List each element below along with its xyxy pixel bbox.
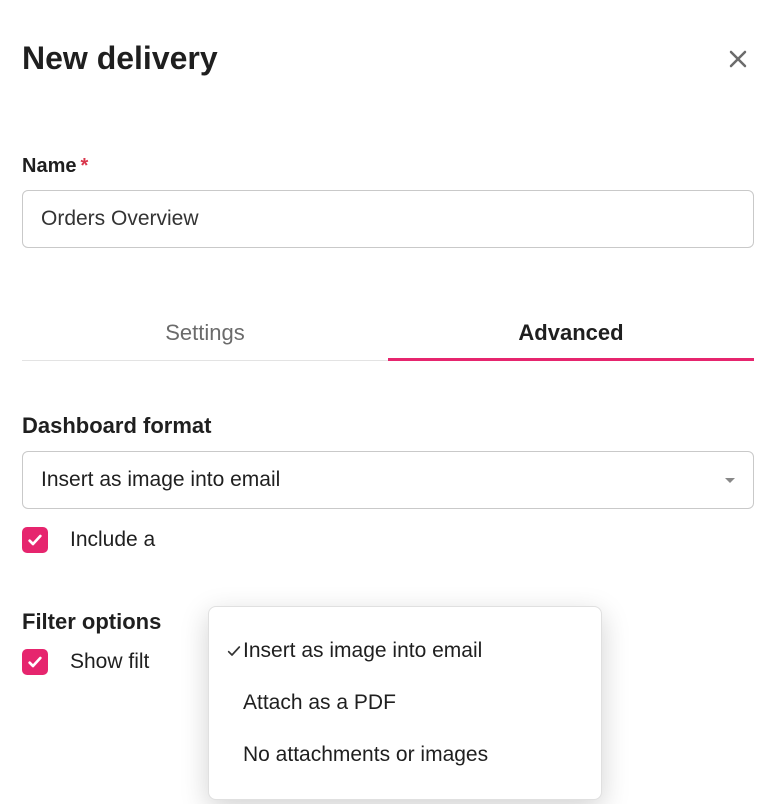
include-checkbox[interactable]	[22, 527, 48, 553]
name-input[interactable]	[22, 190, 754, 248]
check-icon	[27, 532, 43, 548]
check-icon	[27, 654, 43, 670]
dialog-title: New delivery	[22, 40, 218, 77]
dashboard-format-label: Dashboard format	[22, 413, 754, 439]
name-label: Name*	[22, 155, 754, 178]
include-label: Include a	[70, 528, 155, 552]
dropdown-option-label: Attach as a PDF	[243, 691, 396, 715]
show-filters-label-left: Show filt	[70, 650, 149, 674]
dropdown-option-no-attachments[interactable]: No attachments or images	[209, 729, 601, 781]
close-button[interactable]	[722, 43, 754, 75]
dropdown-option-insert-image[interactable]: Insert as image into email	[209, 625, 601, 677]
dropdown-option-label: Insert as image into email	[243, 639, 482, 663]
dashboard-format-select[interactable]: Insert as image into email	[22, 451, 754, 509]
required-marker: *	[80, 155, 88, 177]
dashboard-format-dropdown: Insert as image into email Attach as a P…	[208, 606, 602, 800]
dashboard-format-selected: Insert as image into email	[41, 468, 280, 492]
tab-settings[interactable]: Settings	[22, 306, 388, 360]
tab-advanced[interactable]: Advanced	[388, 306, 754, 360]
check-icon	[225, 643, 243, 659]
show-filters-checkbox[interactable]	[22, 649, 48, 675]
dropdown-option-label: No attachments or images	[243, 743, 488, 767]
close-icon	[726, 47, 750, 71]
dropdown-option-attach-pdf[interactable]: Attach as a PDF	[209, 677, 601, 729]
chevron-down-icon	[725, 478, 735, 483]
tabs: Settings Advanced	[22, 306, 754, 361]
